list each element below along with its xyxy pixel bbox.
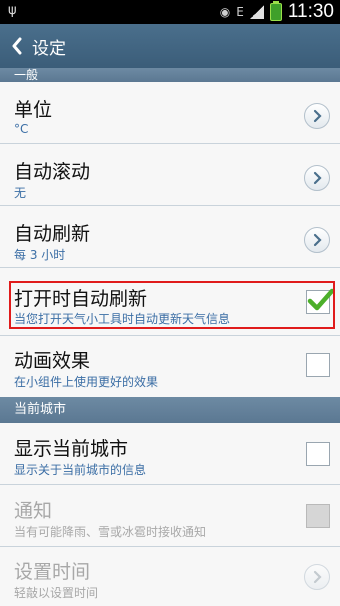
signal-icon	[249, 5, 264, 19]
setting-title: 设置时间	[14, 561, 91, 583]
setting-title: 自动刷新	[14, 223, 91, 245]
section-header-general: 一般	[0, 68, 340, 82]
chevron-right-icon[interactable]	[304, 165, 330, 191]
settings-screen: ψ ◉ E 11:30 设定 一般 单位 °C 自动滚动 无 自动刷新 每 3 …	[0, 0, 340, 606]
setting-subtitle: 无	[14, 186, 27, 200]
setting-unit[interactable]: 单位 °C	[0, 82, 340, 144]
setting-subtitle: 在小组件上使用更好的效果	[14, 375, 159, 389]
network-type-icon: E	[236, 5, 244, 19]
setting-subtitle: 轻敲以设置时间	[14, 586, 99, 600]
status-icons: ◉ E 11:30	[220, 0, 334, 24]
setting-subtitle: 当有可能降雨、雪或冰雹时接收通知	[14, 525, 207, 539]
setting-subtitle: 显示关于当前城市的信息	[14, 463, 147, 477]
notification-checkbox	[306, 504, 330, 528]
page-title[interactable]: 设定	[32, 34, 66, 59]
setting-title: 单位	[14, 99, 53, 121]
setting-auto-scroll[interactable]: 自动滚动 无	[0, 144, 340, 206]
setting-title: 自动滚动	[14, 161, 91, 183]
setting-show-current-city[interactable]: 显示当前城市 显示关于当前城市的信息	[0, 423, 340, 485]
setting-title: 显示当前城市	[14, 438, 129, 460]
setting-notification: 通知 当有可能降雨、雪或冰雹时接收通知	[0, 485, 340, 547]
chevron-right-icon	[304, 564, 330, 590]
highlight-frame	[9, 281, 335, 329]
status-bar: ψ ◉ E 11:30	[0, 0, 340, 24]
setting-subtitle: °C	[14, 122, 29, 136]
eye-icon: ◉	[219, 5, 231, 19]
clock: 11:30	[287, 1, 334, 22]
setting-animation[interactable]: 动画效果 在小组件上使用更好的效果	[0, 336, 340, 397]
setting-subtitle: 每 3 小时	[14, 248, 66, 262]
back-icon[interactable]	[8, 34, 26, 58]
action-bar: 设定	[0, 24, 340, 69]
battery-icon	[269, 1, 282, 21]
usb-icon: ψ	[8, 3, 17, 18]
animation-checkbox[interactable]	[306, 353, 330, 377]
setting-set-time: 设置时间 轻敲以设置时间	[0, 547, 340, 606]
chevron-right-icon[interactable]	[304, 227, 330, 253]
setting-title: 动画效果	[14, 350, 91, 372]
setting-title: 通知	[14, 500, 53, 522]
chevron-right-icon[interactable]	[304, 103, 330, 129]
setting-auto-refresh[interactable]: 自动刷新 每 3 小时	[0, 206, 340, 268]
section-header-current-city: 当前城市	[0, 397, 340, 423]
show-city-checkbox[interactable]	[306, 442, 330, 466]
